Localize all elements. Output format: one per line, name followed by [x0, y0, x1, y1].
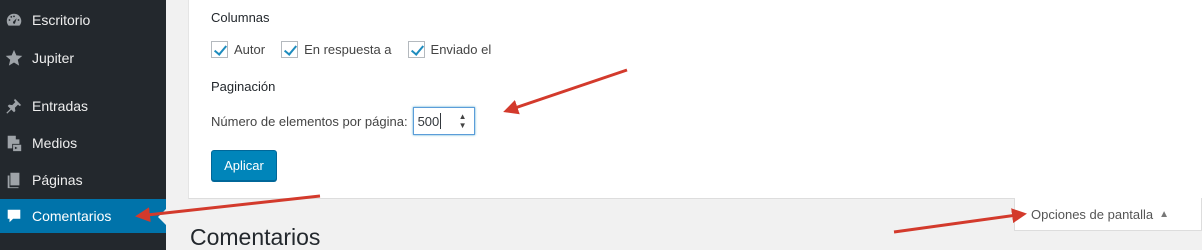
checkbox[interactable]	[407, 41, 425, 58]
sidebar-item-jupiter[interactable]: Jupiter	[0, 41, 166, 75]
sidebar-item-comentarios[interactable]: Comentarios	[0, 199, 166, 233]
column-toggle-en-respuesta[interactable]: En respuesta a	[281, 41, 392, 58]
spinner-down-icon[interactable]: ▼	[459, 121, 467, 130]
star-icon	[4, 48, 24, 68]
pages-icon	[4, 170, 24, 190]
per-page-row: Número de elementos por página: 500 ▲ ▼	[211, 107, 475, 135]
per-page-input[interactable]: 500 ▲ ▼	[412, 107, 475, 135]
per-page-label: Número de elementos por página:	[211, 113, 408, 129]
sidebar-item-entradas[interactable]: Entradas	[0, 89, 166, 123]
columns-title: Columnas	[211, 10, 270, 25]
column-toggle-autor[interactable]: Autor	[211, 41, 265, 58]
checkbox-label: Autor	[234, 42, 266, 57]
sidebar-item-label: Jupiter	[32, 50, 75, 66]
checkbox-label: Enviado el	[430, 42, 492, 57]
sidebar-item-label: Escritorio	[32, 12, 91, 28]
checkbox-label: En respuesta a	[304, 42, 392, 57]
apply-button[interactable]: Aplicar	[211, 150, 277, 181]
active-indicator	[158, 209, 166, 225]
sidebar-item-paginas[interactable]: Páginas	[0, 163, 166, 197]
page-title: Comentarios	[190, 224, 321, 250]
columns-checkboxes: Autor En respuesta a Enviado el	[211, 41, 507, 58]
sidebar-item-label: Medios	[32, 135, 78, 151]
comment-icon	[4, 206, 24, 226]
sidebar-item-escritorio[interactable]: Escritorio	[0, 3, 166, 37]
annotation-arrow	[893, 208, 1027, 234]
column-toggle-enviado[interactable]: Enviado el	[407, 41, 492, 58]
dashboard-icon	[4, 10, 24, 30]
per-page-value: 500	[417, 113, 440, 129]
checkbox[interactable]	[211, 41, 228, 58]
admin-sidebar: Escritorio Jupiter Entradas Medios Págin…	[0, 0, 166, 250]
sidebar-item-label: Entradas	[32, 98, 89, 114]
number-spinner[interactable]: ▲ ▼	[455, 108, 471, 134]
checkbox[interactable]	[281, 41, 299, 58]
screen-options-toggle[interactable]: Opciones de pantalla ▲	[1014, 198, 1202, 231]
media-icon	[4, 133, 24, 153]
sidebar-item-label: Comentarios	[32, 208, 112, 224]
text-cursor	[440, 113, 442, 129]
pagination-title: Paginación	[211, 79, 276, 94]
pushpin-icon	[4, 96, 24, 116]
sidebar-item-medios[interactable]: Medios	[0, 126, 166, 160]
screen-options-label: Opciones de pantalla	[1031, 206, 1154, 222]
screen-options-panel: Columnas Autor En respuesta a Enviado el…	[188, 0, 1202, 199]
spinner-up-icon[interactable]: ▲	[459, 112, 467, 121]
triangle-up-icon: ▲	[1159, 208, 1170, 220]
sidebar-item-label: Páginas	[32, 172, 83, 188]
